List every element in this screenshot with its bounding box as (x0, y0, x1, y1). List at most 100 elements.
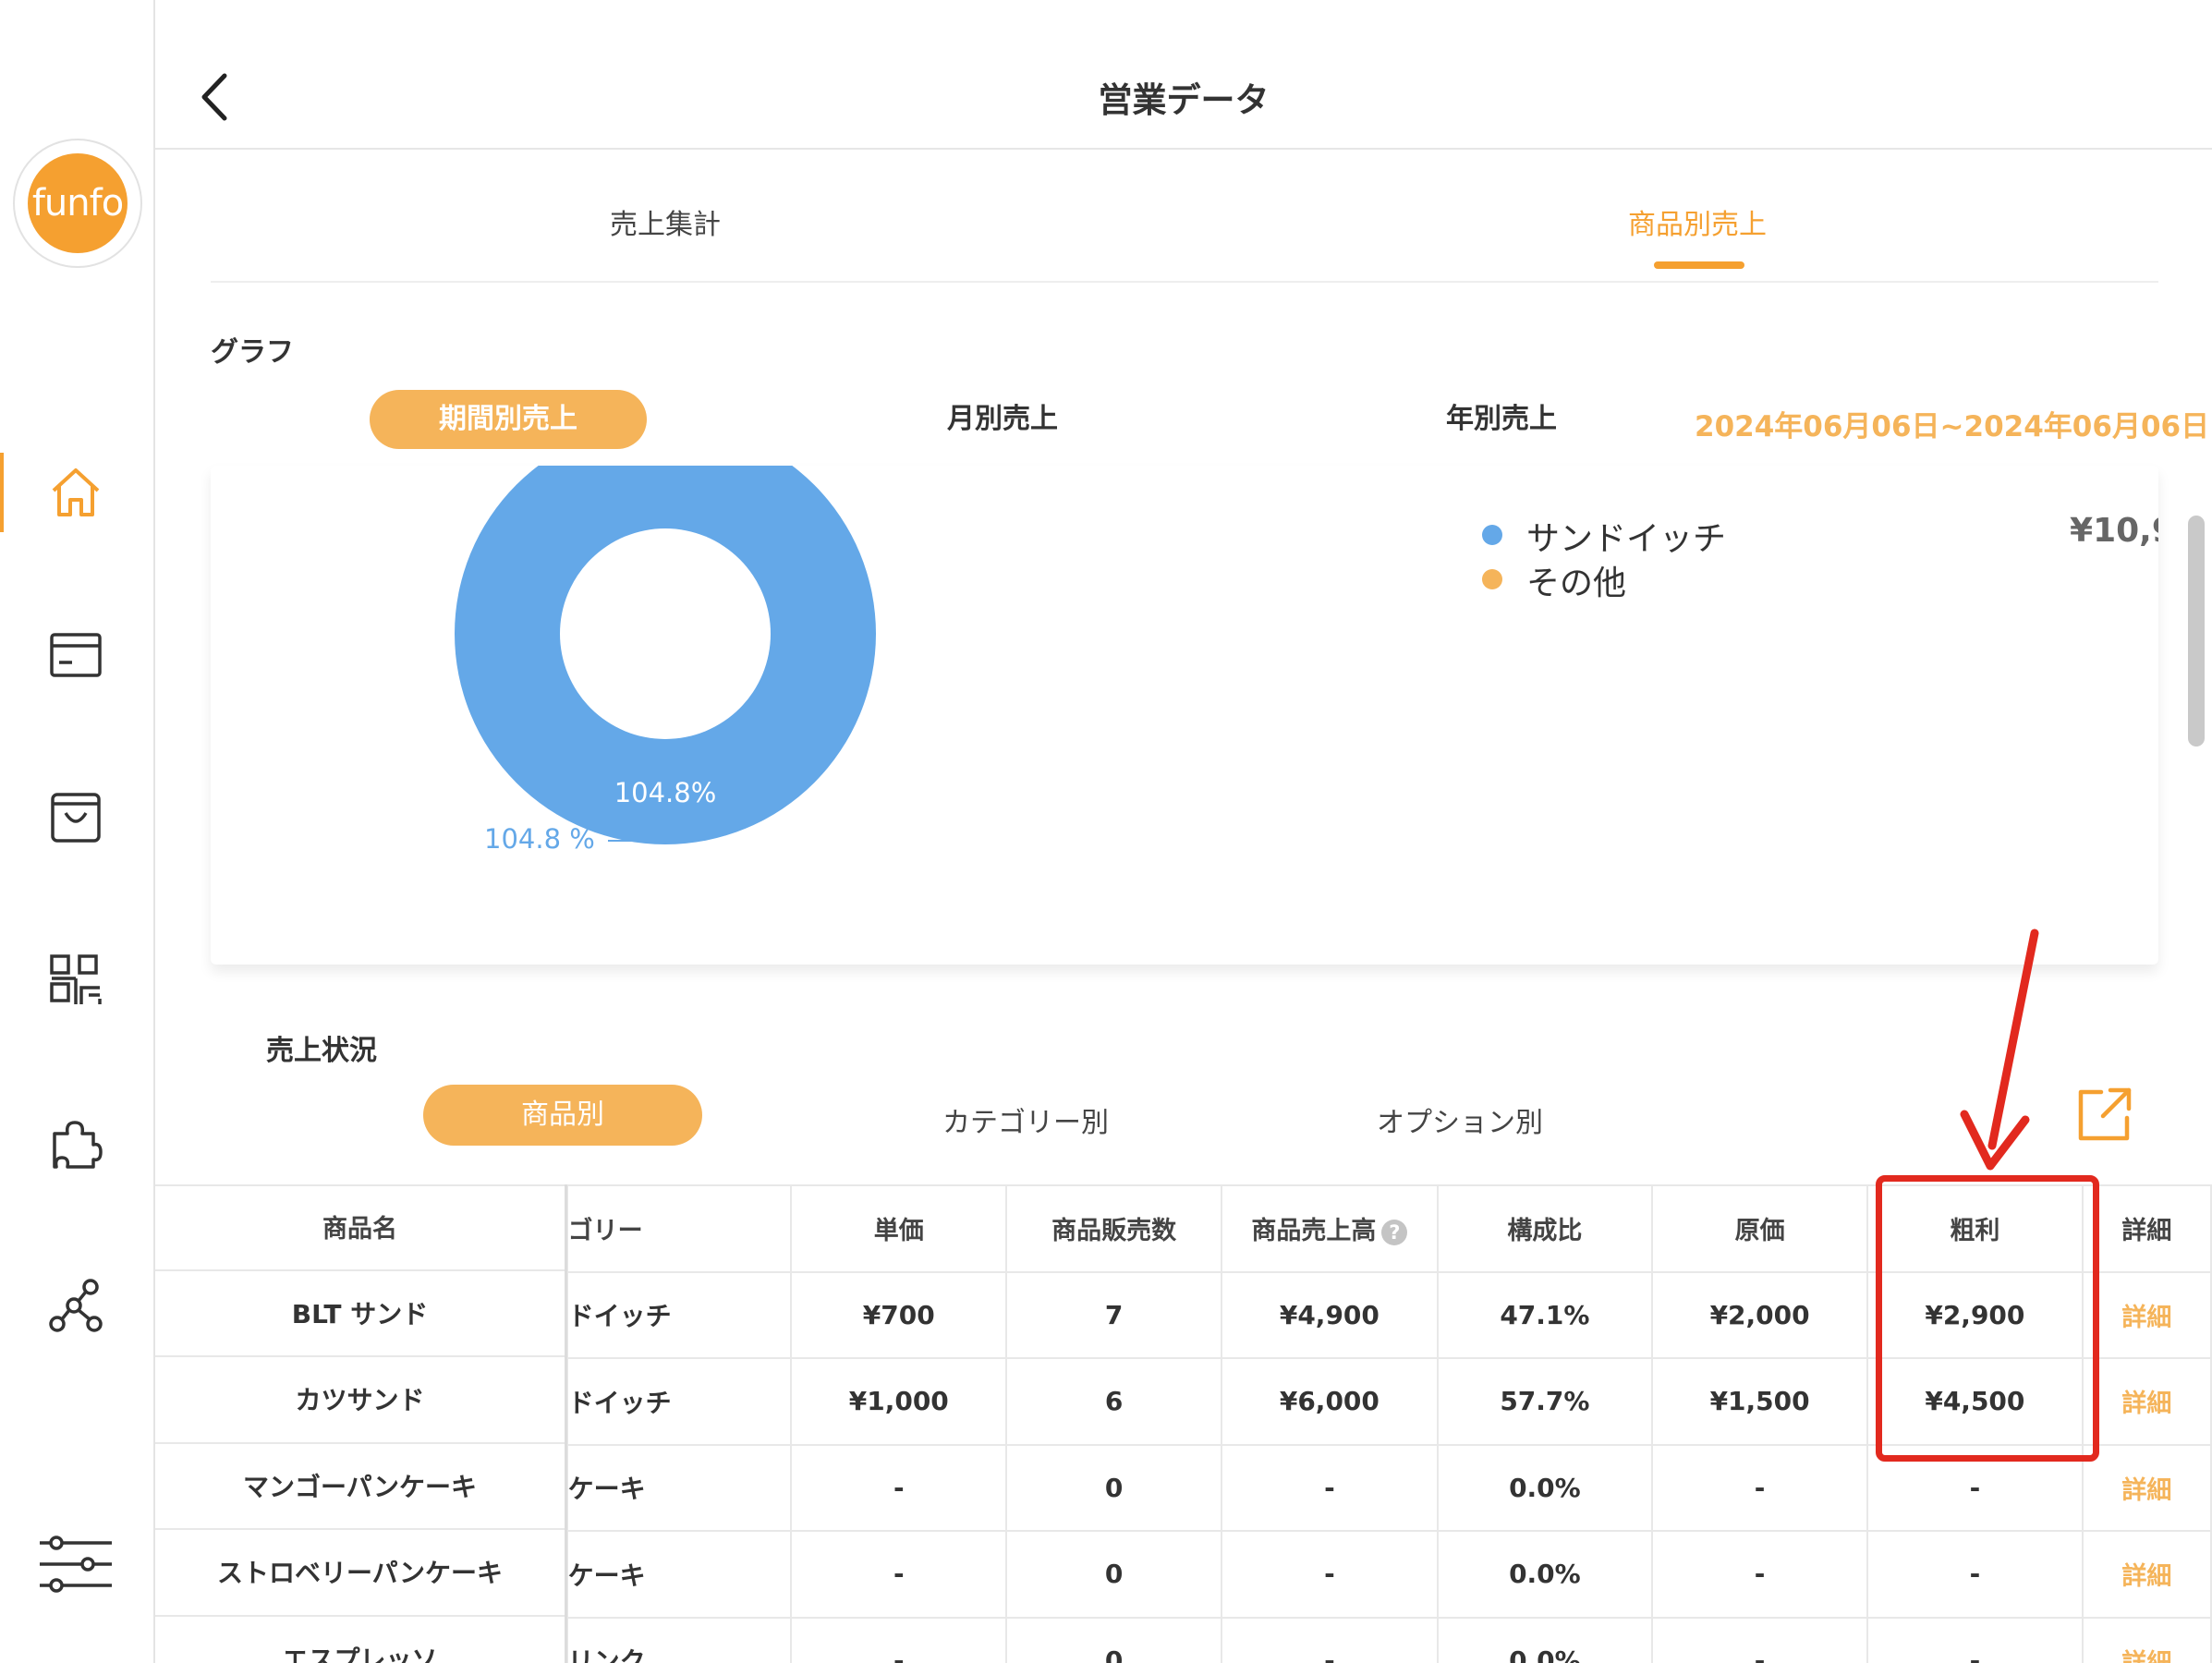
column-header-category[interactable]: ゴリー (565, 1184, 793, 1273)
legend-dot (1482, 569, 1502, 589)
legend-label: サンドイッチ (1526, 520, 1727, 558)
cell-quantity: 0 (1005, 1616, 1223, 1663)
sticky-name-column: 商品名 BLT サンド カツサンド マンゴーパンケーキ ストロベリーパンケーキ エスプレ… (155, 1184, 567, 1663)
sales-status-label: 売上状況 (266, 1035, 377, 1067)
app-screen: funfo 営業データ 売上集計 商品別売上 グラフ 期間別売上 月別売上 年別… (0, 0, 2212, 1663)
nav-item-settings[interactable] (0, 1513, 152, 1615)
cell-quantity: 6 (1005, 1357, 1223, 1446)
cell-ratio: 57.7% (1436, 1357, 1654, 1446)
column-header-cost[interactable]: 原価 (1651, 1184, 1868, 1273)
export-icon (2078, 1087, 2132, 1141)
cell-cost: - (1651, 1616, 1868, 1663)
sticky-name-cell[interactable]: エスプレッソ (155, 1617, 565, 1663)
network-icon (49, 1279, 103, 1332)
sticky-name-cell[interactable]: カツサンド (155, 1357, 565, 1444)
legend-value: ¥10,900 (2070, 512, 2158, 550)
date-range-picker[interactable]: 2024年06月06日~2024年06月06日 (1695, 403, 2209, 444)
cell-gross-profit: - (1866, 1616, 2084, 1663)
graph-section-label: グラフ (211, 336, 294, 369)
donut-chart: 104.8% 104.8 % (455, 466, 876, 855)
segment-monthly-sales[interactable]: 月別売上 (887, 390, 1118, 449)
detail-link[interactable]: 詳細 (2081, 1530, 2212, 1619)
sticky-name-cell[interactable]: BLT サンド (155, 1271, 565, 1357)
home-icon (52, 468, 100, 516)
donut-outer-label: 104.8 % (484, 823, 595, 855)
column-header-quantity[interactable]: 商品販売数 (1005, 1184, 1223, 1273)
cell-cost: - (1651, 1443, 1868, 1532)
cell-category: ドイッチ (565, 1270, 793, 1359)
sticky-name-cell[interactable]: ストロベリーパンケーキ (155, 1530, 565, 1617)
header-divider (155, 148, 2212, 150)
detail-link[interactable]: 詳細 (2081, 1357, 2212, 1446)
cell-category: ケーキ (565, 1443, 793, 1532)
cell-quantity: 0 (1005, 1530, 1223, 1619)
sticky-header-name[interactable]: 商品名 (155, 1184, 565, 1271)
nav-item-orders[interactable] (0, 767, 152, 868)
cell-revenue: - (1221, 1443, 1439, 1532)
donut-hole (560, 528, 771, 739)
sidebar: funfo (0, 0, 155, 1663)
cell-unit-price: - (790, 1443, 1008, 1532)
logo[interactable]: funfo (13, 139, 142, 268)
cell-unit-price: ¥700 (790, 1270, 1008, 1359)
cell-ratio: 0.0% (1436, 1530, 1654, 1619)
export-button[interactable] (2075, 1086, 2133, 1144)
annotation-highlight-box (1876, 1175, 2099, 1462)
tab-product-sales[interactable]: 商品別売上 (1628, 201, 1767, 242)
cell-category: ケーキ (565, 1530, 793, 1619)
cell-cost: - (1651, 1530, 1868, 1619)
column-header-detail: 詳細 (2081, 1184, 2212, 1273)
cell-category: リンク (565, 1616, 793, 1663)
qr-icon (50, 954, 102, 1004)
legend-label: その他 (1526, 564, 1627, 602)
cell-unit-price: - (790, 1616, 1008, 1663)
cell-gross-profit: - (1866, 1530, 2084, 1619)
annotation-arrow (1960, 929, 2039, 1171)
puzzle-icon (53, 1121, 103, 1169)
help-icon[interactable]: ? (1381, 1219, 1408, 1245)
cell-unit-price: ¥1,000 (790, 1357, 1008, 1446)
nav-item-home[interactable] (0, 442, 152, 543)
segment-by-product[interactable]: 商品別 (423, 1085, 702, 1146)
legend-dot (1482, 525, 1502, 545)
chart-card: 104.8% 104.8 % サンドイッチ ¥10,900 その他 - (211, 466, 2158, 965)
bag-icon (51, 793, 101, 843)
nav-item-plugins[interactable] (0, 1092, 152, 1194)
cell-revenue: - (1221, 1616, 1439, 1663)
cell-ratio: 0.0% (1436, 1443, 1654, 1532)
cell-revenue: - (1221, 1530, 1439, 1619)
active-tab-indicator (1654, 261, 1744, 269)
cell-quantity: 7 (1005, 1270, 1223, 1359)
detail-link[interactable]: 詳細 (2081, 1443, 2212, 1532)
card-icon (50, 633, 102, 677)
legend-value: - (1916, 556, 2158, 594)
nav-item-register[interactable] (0, 604, 152, 706)
cell-unit-price: - (790, 1530, 1008, 1619)
segment-by-option[interactable]: オプション別 (1377, 1099, 1543, 1140)
cell-cost: ¥1,500 (1651, 1357, 1868, 1446)
segment-period-sales[interactable]: 期間別売上 (370, 390, 647, 449)
sliders-icon (40, 1536, 112, 1593)
cell-quantity: 0 (1005, 1443, 1223, 1532)
cell-ratio: 0.0% (1436, 1616, 1654, 1663)
cell-ratio: 47.1% (1436, 1270, 1654, 1359)
detail-link[interactable]: 詳細 (2081, 1616, 2212, 1663)
cell-category: ドイッチ (565, 1357, 793, 1446)
column-header-revenue-label: 商品売上高 (1251, 1217, 1377, 1246)
nav-item-network[interactable] (0, 1255, 152, 1356)
segment-by-category[interactable]: カテゴリー別 (942, 1099, 1109, 1140)
cell-revenue: ¥6,000 (1221, 1357, 1439, 1446)
segment-yearly-sales[interactable]: 年別売上 (1395, 390, 1608, 449)
scrollbar[interactable] (2188, 516, 2205, 747)
nav-item-qr[interactable] (0, 929, 152, 1031)
column-header-unit-price[interactable]: 単価 (790, 1184, 1008, 1273)
detail-link[interactable]: 詳細 (2081, 1270, 2212, 1359)
column-header-ratio[interactable]: 構成比 (1436, 1184, 1654, 1273)
tab-sales-summary[interactable]: 売上集計 (610, 201, 721, 242)
sticky-name-cell[interactable]: マンゴーパンケーキ (155, 1444, 565, 1530)
column-header-revenue[interactable]: 商品売上高? (1221, 1184, 1439, 1273)
tabs-divider (211, 281, 2158, 283)
cell-cost: ¥2,000 (1651, 1270, 1868, 1359)
logo-text: funfo (28, 153, 128, 253)
donut-inner-label: 104.8% (614, 777, 717, 808)
